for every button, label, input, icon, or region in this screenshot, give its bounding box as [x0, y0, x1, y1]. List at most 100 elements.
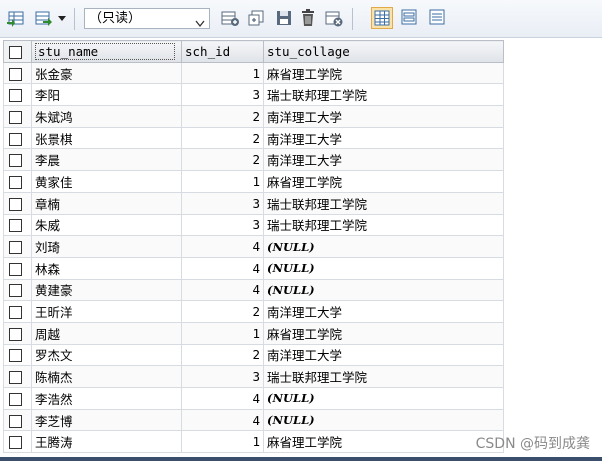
- cell-stu-collage[interactable]: 瑞士联邦理工学院: [263, 191, 504, 215]
- cell-stu-name[interactable]: 王昕洋: [31, 300, 182, 323]
- row-checkbox[interactable]: [3, 408, 32, 432]
- duplicate-icon[interactable]: [246, 8, 266, 28]
- cell-stu-name[interactable]: 王腾涛: [31, 430, 182, 454]
- select-all-checkbox[interactable]: [3, 40, 32, 63]
- grid-view-icon[interactable]: [371, 7, 393, 29]
- cell-sch-id[interactable]: 2: [181, 105, 264, 128]
- table-row[interactable]: 李阳 3 瑞士联邦理工学院: [3, 83, 504, 107]
- cell-sch-id[interactable]: 1: [181, 61, 264, 85]
- cell-stu-collage-null[interactable]: (NULL): [263, 278, 504, 302]
- table-row[interactable]: 朱斌鸿 2 南洋理工大学: [3, 105, 504, 128]
- add-row-icon[interactable]: [220, 8, 240, 28]
- text-view-icon[interactable]: [427, 7, 449, 29]
- refresh-icon[interactable]: [324, 8, 344, 28]
- column-header-sch-id[interactable]: sch_id: [181, 40, 264, 63]
- row-checkbox[interactable]: [3, 387, 32, 410]
- cell-stu-name[interactable]: 张景棋: [31, 126, 182, 150]
- row-checkbox[interactable]: [3, 148, 32, 172]
- cell-stu-name[interactable]: 罗杰文: [31, 343, 182, 367]
- cell-stu-collage[interactable]: 麻省理工学院: [263, 430, 504, 454]
- cell-stu-name[interactable]: 李阳: [31, 83, 182, 107]
- row-checkbox[interactable]: [3, 191, 32, 215]
- cell-stu-name[interactable]: 朱威: [31, 213, 182, 237]
- row-checkbox[interactable]: [3, 213, 32, 237]
- cell-stu-name[interactable]: 李晨: [31, 148, 182, 172]
- export-icon[interactable]: [33, 8, 53, 28]
- cell-stu-collage[interactable]: 南洋理工大学: [263, 126, 504, 150]
- table-row[interactable]: 周越 1 麻省理工学院: [3, 321, 504, 345]
- table-row[interactable]: 章楠 3 瑞士联邦理工学院: [3, 191, 504, 215]
- cell-stu-collage[interactable]: 南洋理工大学: [263, 300, 504, 323]
- export-dropdown-chevron-icon[interactable]: [56, 8, 68, 28]
- delete-icon[interactable]: [298, 8, 318, 28]
- cell-sch-id[interactable]: 3: [181, 191, 264, 215]
- cell-stu-name[interactable]: 周越: [31, 321, 182, 345]
- cell-sch-id[interactable]: 3: [181, 213, 264, 237]
- grid-insert-icon[interactable]: [6, 8, 26, 28]
- cell-stu-collage[interactable]: 麻省理工学院: [263, 170, 504, 193]
- table-row[interactable]: 王腾涛 1 麻省理工学院: [3, 430, 504, 454]
- row-checkbox[interactable]: [3, 170, 32, 193]
- row-checkbox[interactable]: [3, 235, 32, 258]
- cell-stu-collage[interactable]: 瑞士联邦理工学院: [263, 365, 504, 388]
- cell-sch-id[interactable]: 3: [181, 83, 264, 107]
- cell-stu-name[interactable]: 李芝博: [31, 408, 182, 432]
- table-row[interactable]: 黄家佳 1 麻省理工学院: [3, 170, 504, 193]
- cell-stu-collage-null[interactable]: (NULL): [263, 408, 504, 432]
- cell-stu-name[interactable]: 陈楠杰: [31, 365, 182, 388]
- cell-sch-id[interactable]: 1: [181, 321, 264, 345]
- row-checkbox[interactable]: [3, 105, 32, 128]
- row-checkbox[interactable]: [3, 126, 32, 150]
- cell-stu-collage[interactable]: 瑞士联邦理工学院: [263, 83, 504, 107]
- table-row[interactable]: 朱威 3 瑞士联邦理工学院: [3, 213, 504, 237]
- table-row[interactable]: 罗杰文 2 南洋理工大学: [3, 343, 504, 367]
- cell-stu-collage[interactable]: 南洋理工大学: [263, 343, 504, 367]
- cell-stu-name[interactable]: 李浩然: [31, 387, 182, 410]
- table-row[interactable]: 李浩然 4 (NULL): [3, 387, 504, 410]
- cell-stu-name[interactable]: 张金豪: [31, 61, 182, 85]
- cell-sch-id[interactable]: 4: [181, 278, 264, 302]
- cell-sch-id[interactable]: 1: [181, 170, 264, 193]
- column-header-stu-name[interactable]: stu_name: [31, 40, 182, 63]
- table-row[interactable]: 王昕洋 2 南洋理工大学: [3, 300, 504, 323]
- table-row[interactable]: 林森 4 (NULL): [3, 256, 504, 280]
- table-row[interactable]: 李芝博 4 (NULL): [3, 408, 504, 432]
- read-only-mode-select[interactable]: （只读）: [84, 8, 210, 29]
- table-row[interactable]: 张金豪 1 麻省理工学院: [3, 61, 504, 85]
- cell-stu-name[interactable]: 黄建豪: [31, 278, 182, 302]
- cell-sch-id[interactable]: 4: [181, 387, 264, 410]
- cell-sch-id[interactable]: 2: [181, 148, 264, 172]
- form-view-icon[interactable]: [399, 7, 421, 29]
- row-checkbox[interactable]: [3, 321, 32, 345]
- cell-stu-collage-null[interactable]: (NULL): [263, 387, 504, 410]
- cell-sch-id[interactable]: 2: [181, 300, 264, 323]
- row-checkbox[interactable]: [3, 300, 32, 323]
- row-checkbox[interactable]: [3, 430, 32, 454]
- cell-stu-name[interactable]: 朱斌鸿: [31, 105, 182, 128]
- cell-stu-name[interactable]: 章楠: [31, 191, 182, 215]
- cell-stu-name[interactable]: 林森: [31, 256, 182, 280]
- column-header-stu-collage[interactable]: stu_collage: [263, 40, 504, 63]
- cell-stu-name[interactable]: 黄家佳: [31, 170, 182, 193]
- cell-stu-collage[interactable]: 南洋理工大学: [263, 148, 504, 172]
- cell-sch-id[interactable]: 2: [181, 126, 264, 150]
- row-checkbox[interactable]: [3, 83, 32, 107]
- cell-stu-name[interactable]: 刘琦: [31, 235, 182, 258]
- cell-stu-collage[interactable]: 瑞士联邦理工学院: [263, 213, 504, 237]
- row-checkbox[interactable]: [3, 365, 32, 388]
- cell-stu-collage-null[interactable]: (NULL): [263, 256, 504, 280]
- row-checkbox[interactable]: [3, 256, 32, 280]
- row-checkbox[interactable]: [3, 343, 32, 367]
- cell-sch-id[interactable]: 4: [181, 256, 264, 280]
- cell-stu-collage[interactable]: 麻省理工学院: [263, 321, 504, 345]
- cell-sch-id[interactable]: 2: [181, 343, 264, 367]
- table-row[interactable]: 刘琦 4 (NULL): [3, 235, 504, 258]
- table-row[interactable]: 李晨 2 南洋理工大学: [3, 148, 504, 172]
- cell-sch-id[interactable]: 4: [181, 408, 264, 432]
- table-row[interactable]: 黄建豪 4 (NULL): [3, 278, 504, 302]
- cell-sch-id[interactable]: 4: [181, 235, 264, 258]
- cell-stu-collage-null[interactable]: (NULL): [263, 235, 504, 258]
- save-icon[interactable]: [274, 8, 294, 28]
- table-row[interactable]: 陈楠杰 3 瑞士联邦理工学院: [3, 365, 504, 388]
- cell-stu-collage[interactable]: 南洋理工大学: [263, 105, 504, 128]
